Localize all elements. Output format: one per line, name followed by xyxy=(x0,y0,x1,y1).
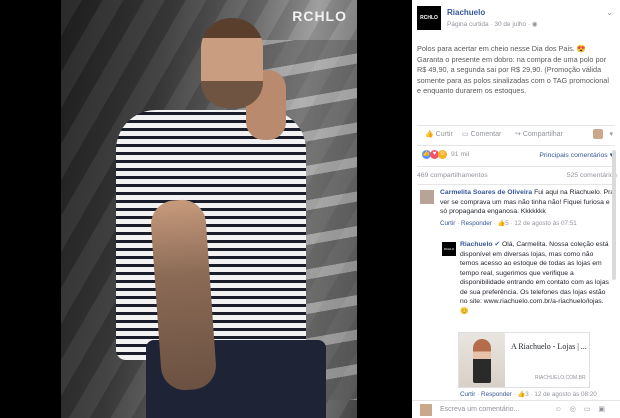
comment-links: Curtir · Responder · 👍5 · 12 de agosto à… xyxy=(440,219,577,227)
post-header: RCHLO Riachuelo Página curtida · 30 de j… xyxy=(417,6,617,36)
post-stats: 469 compartilhamentos 525 comentários xyxy=(417,172,617,182)
post-meta: Página curtida · 30 de julho · ◉ xyxy=(447,20,538,28)
reply-like-link[interactable]: Curtir xyxy=(460,391,475,398)
like-label: Curtir xyxy=(435,131,453,138)
divider xyxy=(417,184,615,185)
link-preview-title: A Riachuelo - Lojas | ... xyxy=(511,342,587,351)
share-icon: ↪ xyxy=(515,131,521,138)
post-meta-text: Página curtida · 30 de julho · xyxy=(447,21,532,28)
reply-author[interactable]: Riachuelo xyxy=(460,241,492,248)
link-preview-model xyxy=(473,339,491,383)
page-name-link[interactable]: Riachuelo xyxy=(447,8,485,17)
comment-composer: Escreva um comentário... ☺ ◎ ▭ ▣ xyxy=(412,400,620,418)
reply-reactions[interactable]: 3 xyxy=(525,391,529,398)
comment-sort-dropdown[interactable]: Principais comentários ▾ xyxy=(539,151,613,159)
photo-model-head xyxy=(201,18,263,108)
reply-text: Olá, Carmelita. Nossa coleção está dispo… xyxy=(460,241,609,315)
comment-item: Carmelita Soares de Oliveira Fui aqui na… xyxy=(440,188,616,228)
reaction-count[interactable]: 91 mil xyxy=(451,151,469,158)
share-label: Compartilhar xyxy=(522,131,563,138)
comment-label: Comentar xyxy=(470,131,502,138)
composer-avatar xyxy=(420,404,432,416)
comment-input[interactable]: Escreva um comentário... xyxy=(440,406,519,413)
audience-chevron-icon[interactable]: ▾ xyxy=(609,130,613,138)
reply-avatar[interactable]: RCHLO xyxy=(442,242,456,256)
post-text: Polos para acertar em cheio nesse Dia do… xyxy=(417,44,609,95)
globe-icon: ◉ xyxy=(531,21,538,28)
panel-scrollbar[interactable] xyxy=(612,150,616,280)
thumb-up-icon: 👍 xyxy=(425,131,434,138)
comment-count[interactable]: 525 comentários xyxy=(567,172,617,179)
reply-links: Curtir · Responder · 👍3 · 12 de agosto à… xyxy=(460,391,597,398)
photo-viewer: RCHLO RCHLO Riachuelo Página curtida · 3… xyxy=(0,0,620,418)
comment-icon: ▭ xyxy=(462,131,469,138)
reply-reply-link[interactable]: Responder xyxy=(481,391,512,398)
link-preview-url: RIACHUELO.COM.BR xyxy=(535,375,586,381)
comment-button[interactable]: ▭ Comentar xyxy=(462,130,501,138)
post-options-chevron-icon[interactable]: ⌄ xyxy=(606,8,613,17)
viewer-avatar[interactable] xyxy=(593,129,603,139)
reactions-bar: 👍 ♥ ☺ 91 mil Principais comentários ▾ xyxy=(417,150,617,162)
link-preview-card[interactable]: A Riachuelo - Lojas | ... RIACHUELO.COM.… xyxy=(458,332,590,388)
brand-logo: RCHLO xyxy=(292,8,347,24)
page-avatar[interactable]: RCHLO xyxy=(417,6,441,30)
comment-like-link[interactable]: Curtir xyxy=(440,220,455,227)
commenter-avatar[interactable] xyxy=(420,190,434,204)
share-button[interactable]: ↪ Compartilhar xyxy=(515,130,563,138)
share-count[interactable]: 469 compartilhamentos xyxy=(417,172,488,179)
comment-reactions[interactable]: 5 xyxy=(505,220,509,227)
reply-time[interactable]: 12 de agosto às 08:20 xyxy=(534,391,596,398)
post-photo[interactable]: RCHLO xyxy=(61,0,357,418)
divider xyxy=(417,145,615,146)
reply-item: Riachuelo ✔ Olá, Carmelita. Nossa coleçã… xyxy=(460,240,610,316)
wow-reaction-icon: ☺ xyxy=(438,150,447,159)
divider xyxy=(417,166,615,167)
link-preview-image xyxy=(459,333,505,387)
composer-tools-icons[interactable]: ☺ ◎ ▭ ▣ xyxy=(555,405,608,413)
divider xyxy=(417,125,615,126)
like-button[interactable]: 👍 Curtir xyxy=(425,130,453,138)
comment-author[interactable]: Carmelita Soares de Oliveira xyxy=(440,189,532,196)
comment-reply-link[interactable]: Responder xyxy=(461,220,492,227)
post-actions: 👍 Curtir ▭ Comentar ↪ Compartilhar ▾ xyxy=(417,128,617,142)
comment-time[interactable]: 12 de agosto às 07:51 xyxy=(514,220,576,227)
verified-badge-icon: ✔ xyxy=(494,241,501,248)
